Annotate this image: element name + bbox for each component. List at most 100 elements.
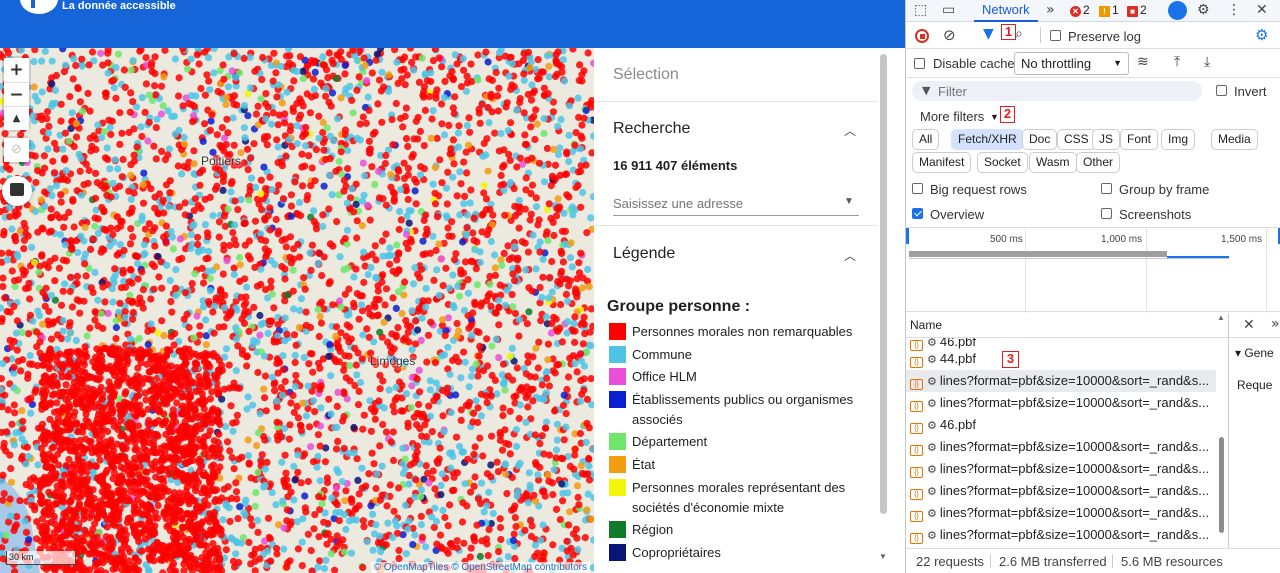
screenshots-checkbox[interactable] bbox=[1101, 208, 1112, 219]
draw-line-icon[interactable]: ⊘ bbox=[4, 138, 29, 162]
request-row[interactable]: {} ⚙ lines?format=pbf&size=10000&sort=_ran… bbox=[906, 524, 1216, 546]
clear-log-icon[interactable]: ⊘ bbox=[943, 26, 956, 44]
devtools-panel: ⬚ ▭ Network » ✕ 2 ! 1 ■ 2 ⚙ ⋮ ✕ ⊘ ▼ 1 ⌕ Pre… bbox=[905, 0, 1280, 573]
legend-section-title[interactable]: Légende bbox=[613, 245, 675, 263]
kebab-menu-icon[interactable]: ⋮ bbox=[1227, 2, 1241, 18]
issues-badge[interactable]: ■ 2 bbox=[1127, 3, 1147, 17]
record-stop-icon[interactable] bbox=[915, 29, 929, 43]
request-row[interactable]: {} ⚙ 46.pbf bbox=[906, 414, 1216, 436]
network-conditions-wifi-icon[interactable]: ≋ bbox=[1137, 54, 1149, 70]
search-section-title[interactable]: Recherche bbox=[613, 120, 690, 138]
legend-item: Personnes morales représentant des socié… bbox=[607, 478, 869, 518]
request-row[interactable]: {} ⚙ lines?format=pbf&size=10000&sort=_ran… bbox=[906, 436, 1216, 458]
general-section-toggle[interactable]: ▾ Gene bbox=[1235, 346, 1274, 360]
device-toolbar-icon[interactable]: ▭ bbox=[942, 2, 955, 18]
legend-label: Personnes morales non remarquables bbox=[632, 324, 853, 339]
disable-cache-checkbox[interactable] bbox=[914, 58, 925, 69]
chevron-up-icon[interactable]: ︿ bbox=[844, 122, 856, 139]
legend-item: Établissements publics ou organismes ass… bbox=[607, 390, 869, 430]
type-filter-socket[interactable]: Socket bbox=[977, 152, 1028, 173]
group-by-frame-checkbox[interactable] bbox=[1101, 183, 1112, 194]
request-row[interactable]: {} ⚙ 44.pbf bbox=[906, 348, 1216, 370]
divider bbox=[594, 225, 878, 226]
type-filter-font[interactable]: Font bbox=[1120, 129, 1159, 150]
basemap-switch-button[interactable] bbox=[2, 176, 32, 206]
request-row[interactable]: {} ⚙ lines?format=pbf&size=10000&sort=_ran… bbox=[906, 392, 1216, 414]
legend-label: Établissements publics ou organismes ass… bbox=[632, 391, 854, 427]
profile-icon[interactable] bbox=[1168, 1, 1187, 20]
request-list-scrollbar[interactable] bbox=[1219, 437, 1224, 533]
fetch-request-icon: {} bbox=[910, 467, 923, 478]
import-har-upload-icon[interactable]: ⤒ bbox=[1174, 54, 1180, 70]
type-filter-doc[interactable]: Doc bbox=[1022, 129, 1058, 150]
group-title: Groupe personne : bbox=[607, 298, 751, 315]
timeline-left-handle[interactable] bbox=[906, 228, 909, 244]
address-input[interactable] bbox=[613, 192, 859, 216]
fetch-request-icon: {} bbox=[910, 357, 923, 368]
name-column-header[interactable]: Name bbox=[906, 313, 1228, 338]
big-request-rows-checkbox[interactable] bbox=[912, 183, 923, 194]
warning-badge[interactable]: ! 1 bbox=[1099, 3, 1119, 17]
settings-gear-icon[interactable]: ⚙ bbox=[1197, 2, 1210, 18]
request-name: 44.pbf bbox=[939, 351, 977, 366]
scale-bar: 30 km bbox=[6, 551, 76, 565]
more-filters-dropdown[interactable]: More filters bbox=[920, 109, 984, 124]
dropdown-caret-icon[interactable]: ▼ bbox=[844, 196, 854, 207]
legend-label: Copropriétaires bbox=[632, 544, 721, 560]
legend-label: Commune bbox=[632, 346, 692, 362]
export-har-download-icon[interactable]: ⤓ bbox=[1204, 54, 1210, 70]
element-count: 16 911 407 éléments bbox=[613, 158, 738, 173]
legend-swatch bbox=[609, 390, 626, 408]
type-filter-all[interactable]: All bbox=[912, 129, 940, 150]
map-attribution[interactable]: © OpenMapTiles © OpenStreetMap contribut… bbox=[370, 562, 590, 573]
gear-icon: ⚙ bbox=[927, 463, 937, 476]
request-row[interactable]: {} ⚙ lines?format=pbf&size=10000&sort=_ran… bbox=[906, 502, 1216, 524]
compass-button[interactable]: ▲ bbox=[4, 106, 29, 130]
filter-input[interactable] bbox=[938, 83, 1188, 99]
type-filter-other[interactable]: Other bbox=[1076, 152, 1121, 173]
type-filter-wasm[interactable]: Wasm bbox=[1029, 152, 1077, 173]
filter-funnel-icon: ▼ bbox=[922, 84, 931, 97]
map[interactable]: + − ▲ ⊘ Poitiers Limoges 30 km © OpenMap… bbox=[0, 48, 594, 573]
search-icon[interactable]: ⌕ bbox=[1015, 26, 1023, 42]
close-detail-icon[interactable]: ✕ bbox=[1243, 317, 1255, 333]
side-panel-scrollbar[interactable] bbox=[880, 54, 887, 514]
zoom-out-button[interactable]: − bbox=[4, 82, 29, 106]
request-row[interactable]: {} ⚙ lines?format=pbf&size=10000&sort=_ran… bbox=[906, 458, 1216, 480]
invert-checkbox[interactable] bbox=[1216, 85, 1227, 96]
close-devtools-icon[interactable]: ✕ bbox=[1256, 2, 1268, 18]
city-label-limoges: Limoges bbox=[370, 354, 416, 368]
more-tabs-icon[interactable]: » bbox=[1271, 316, 1280, 332]
timeline-tick-label: 1,500 ms bbox=[1221, 234, 1263, 245]
zoom-in-button[interactable]: + bbox=[4, 58, 29, 82]
network-overview-timeline[interactable]: 500 ms 1,000 ms 1,500 ms bbox=[906, 227, 1280, 313]
filter-funnel-icon[interactable]: ▼ bbox=[983, 26, 994, 42]
more-tabs-icon[interactable]: » bbox=[1046, 2, 1055, 18]
preserve-log-checkbox[interactable] bbox=[1050, 30, 1061, 41]
type-filter-img[interactable]: Img bbox=[1161, 129, 1196, 150]
error-badge[interactable]: ✕ 2 bbox=[1070, 3, 1090, 17]
scroll-up-arrow-icon[interactable]: ▲ bbox=[1217, 313, 1225, 322]
legend-label: Région bbox=[632, 522, 674, 538]
timeline-tick-label: 1,000 ms bbox=[1101, 234, 1143, 245]
type-filter-manifest[interactable]: Manifest bbox=[912, 152, 972, 173]
type-filter-js[interactable]: JS bbox=[1092, 129, 1121, 150]
tab-network[interactable]: Network bbox=[974, 0, 1038, 22]
inspect-element-icon[interactable]: ⬚ bbox=[914, 2, 927, 18]
chevron-up-icon[interactable]: ︿ bbox=[844, 247, 856, 264]
gear-icon: ⚙ bbox=[927, 441, 937, 454]
request-row[interactable]: {} ⚙ lines?format=pbf&size=10000&sort=_ran… bbox=[906, 370, 1216, 392]
legend-swatch bbox=[609, 521, 626, 539]
filter-field[interactable]: ▼ bbox=[912, 81, 1202, 101]
dropdown-caret-icon[interactable]: ▼ bbox=[990, 112, 999, 122]
network-settings-gear-icon[interactable]: ⚙ bbox=[1255, 26, 1268, 44]
scroll-down-arrow-icon[interactable]: ▼ bbox=[879, 552, 887, 561]
legend-item: État bbox=[607, 455, 869, 475]
type-filter-media[interactable]: Media bbox=[1211, 129, 1258, 150]
logo[interactable] bbox=[20, 0, 58, 14]
overview-checkbox[interactable] bbox=[912, 208, 923, 219]
type-filter-fetch-xhr[interactable]: Fetch/XHR bbox=[951, 129, 1024, 150]
type-filter-css[interactable]: CSS bbox=[1057, 129, 1096, 150]
request-row[interactable]: {} ⚙ lines?format=pbf&size=10000&sort=_ran… bbox=[906, 480, 1216, 502]
throttling-select[interactable]: No throttling ▼ bbox=[1014, 52, 1129, 75]
